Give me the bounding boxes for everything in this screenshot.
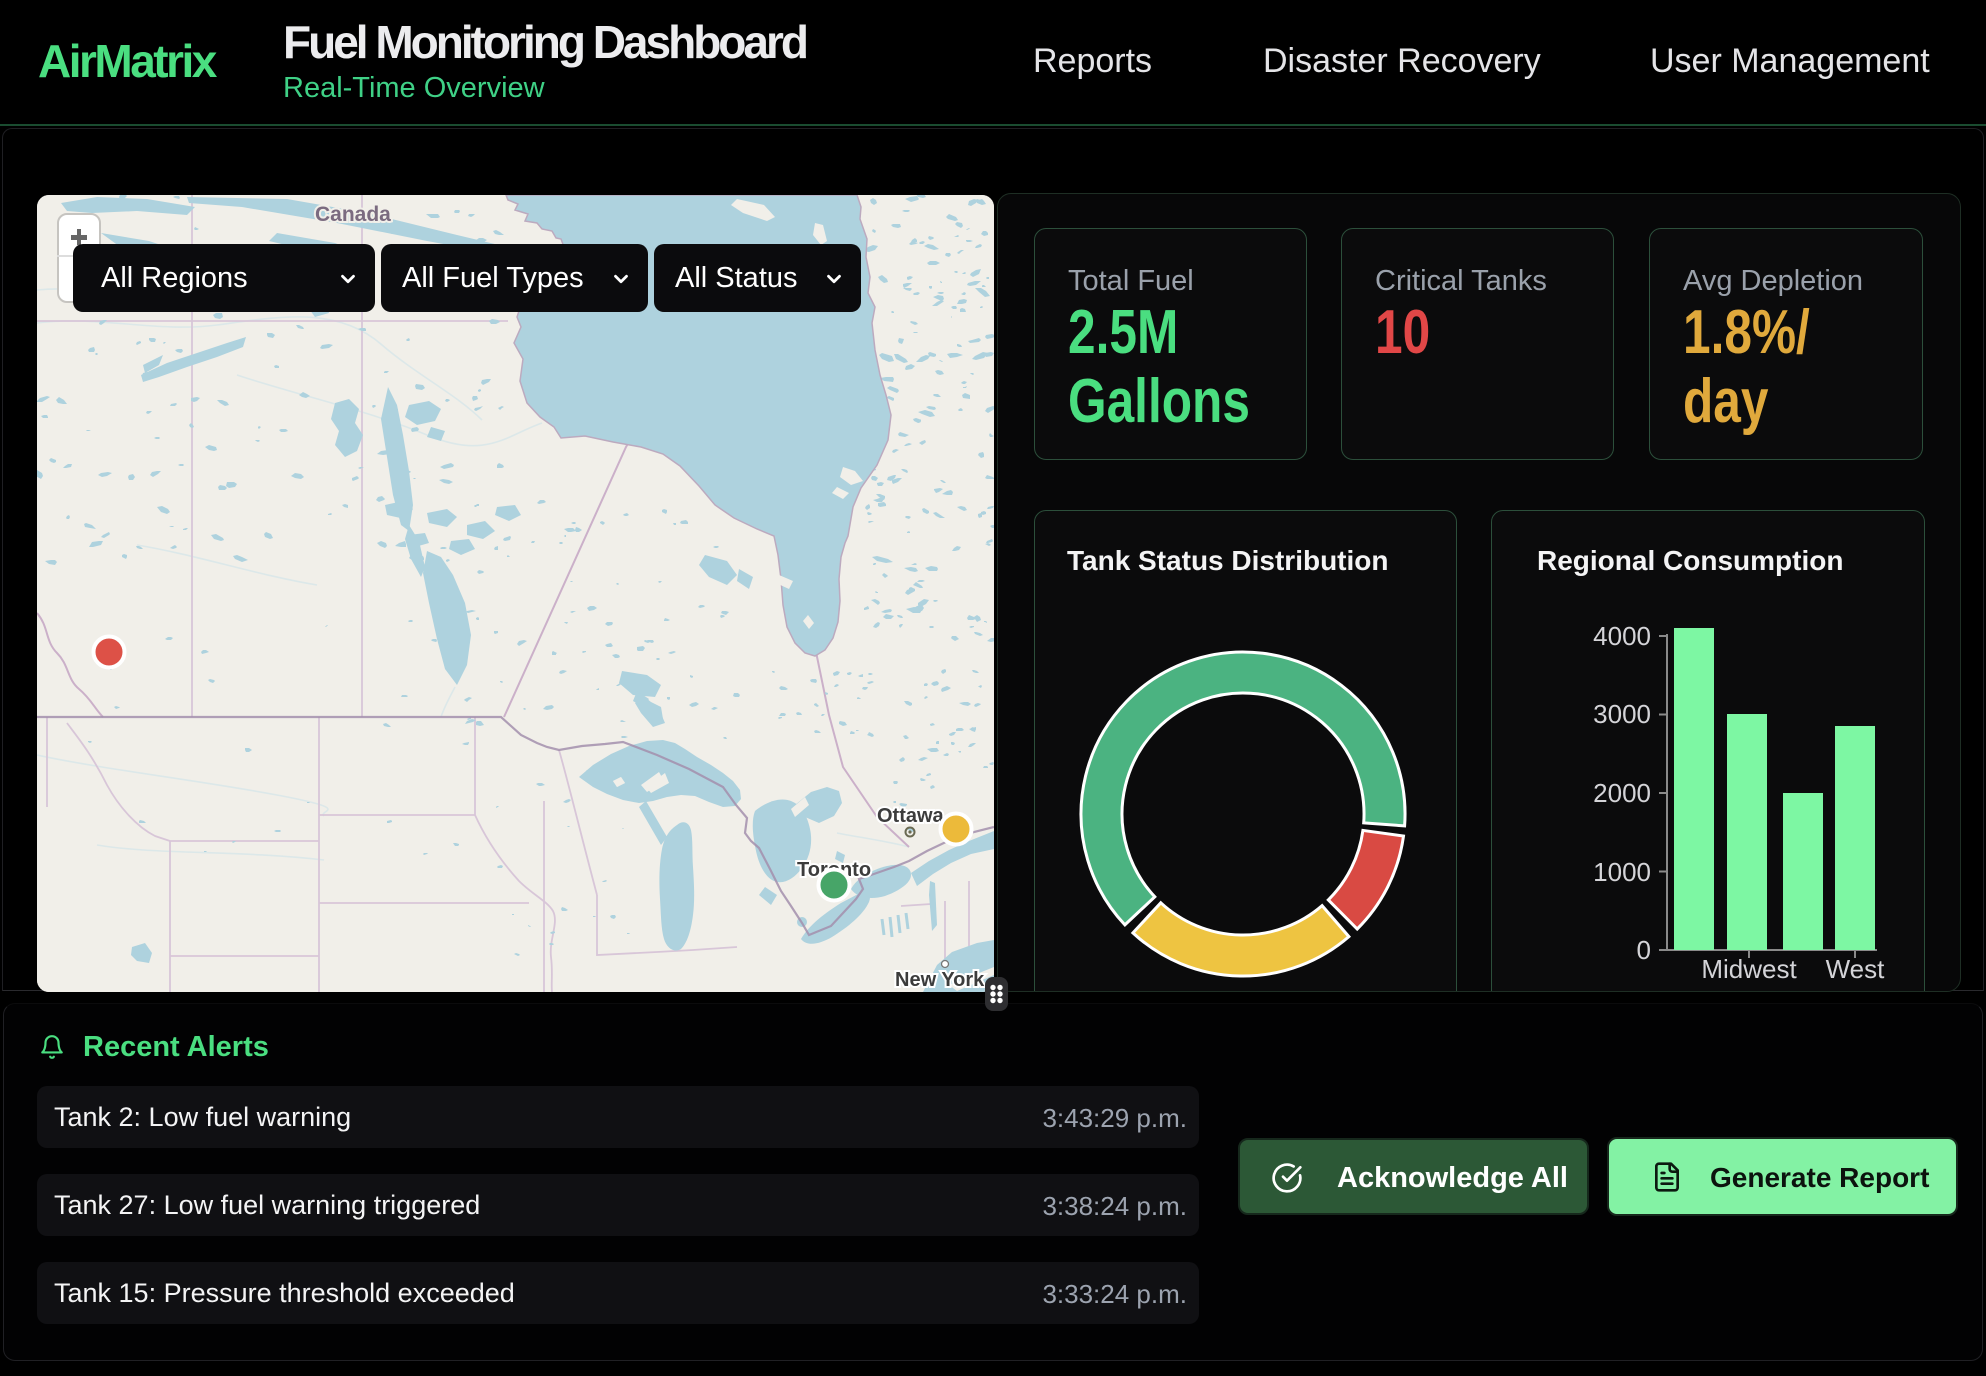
- svg-text:2000: 2000: [1593, 778, 1651, 808]
- svg-text:Ottawa: Ottawa: [877, 805, 945, 827]
- svg-text:4000: 4000: [1593, 621, 1651, 651]
- svg-text:West: West: [1826, 954, 1886, 984]
- svg-text:Midwest: Midwest: [1701, 954, 1797, 984]
- svg-text:1000: 1000: [1593, 857, 1651, 887]
- svg-text:New York: New York: [895, 969, 985, 991]
- svg-text:0: 0: [1637, 935, 1651, 965]
- svg-text:3000: 3000: [1593, 699, 1651, 729]
- svg-text:Canada: Canada: [315, 203, 391, 226]
